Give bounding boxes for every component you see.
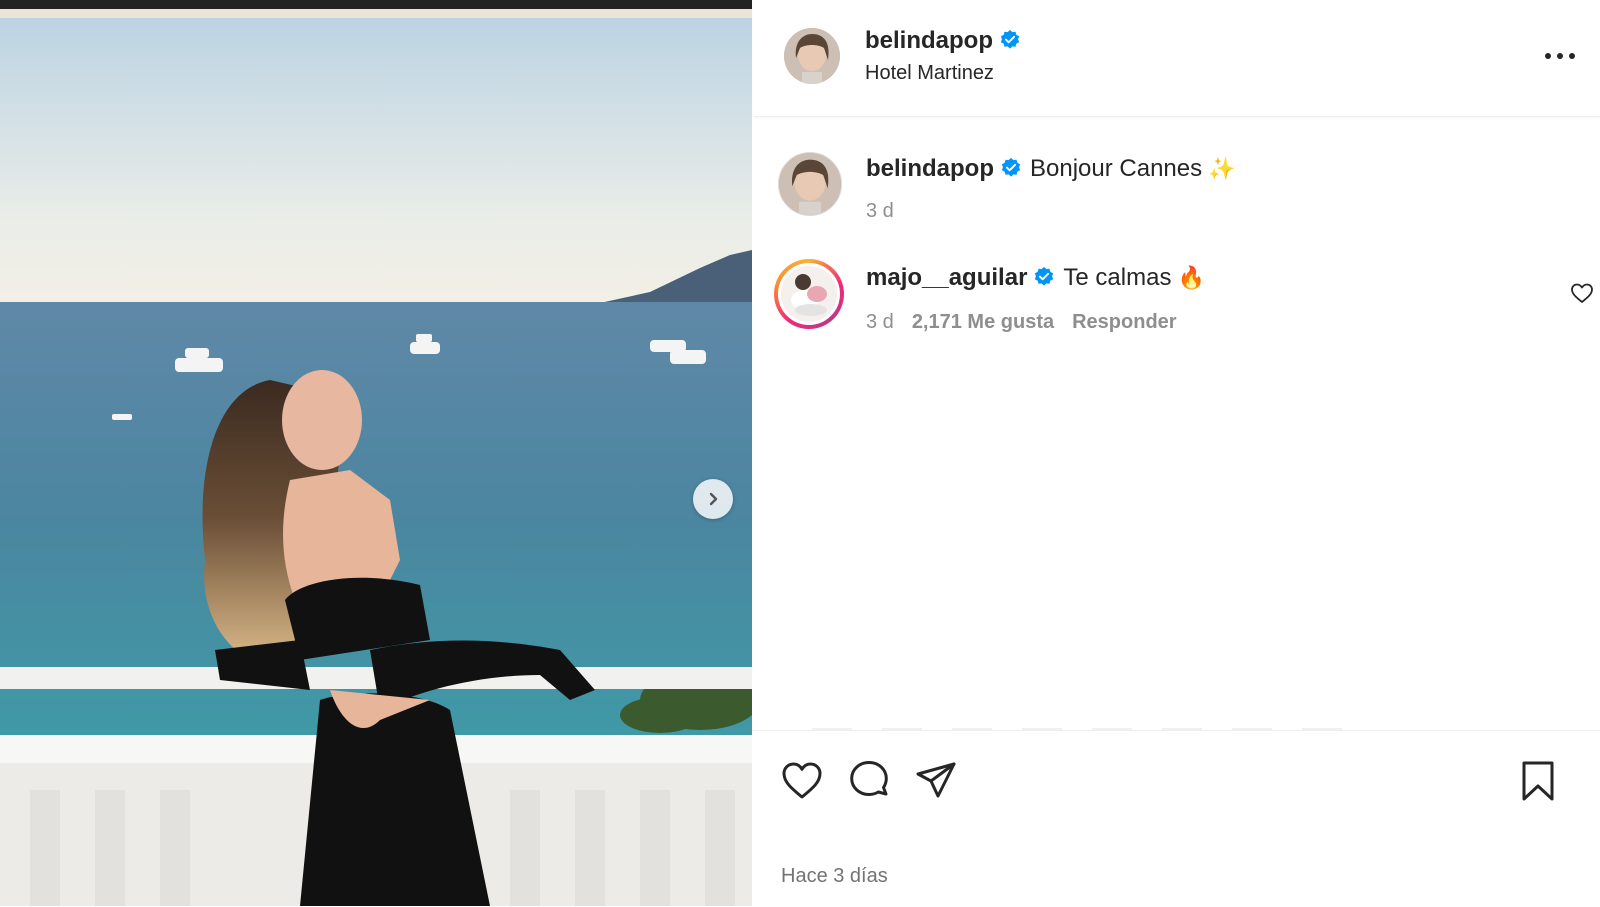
author-username[interactable]: belindapop bbox=[865, 27, 1021, 55]
post-media bbox=[0, 0, 752, 906]
avatar-photo bbox=[784, 28, 840, 84]
bookmark-icon[interactable] bbox=[1516, 759, 1560, 803]
comment-time[interactable]: 3 d bbox=[866, 311, 894, 333]
post-timestamp[interactable]: Hace 3 días bbox=[781, 865, 888, 888]
post-location[interactable]: Hotel Martinez bbox=[865, 62, 994, 85]
post-side-panel: belindapop Hotel Martinez belindapop Bon… bbox=[752, 0, 1600, 906]
comment-icon[interactable] bbox=[847, 759, 891, 803]
author-avatar[interactable] bbox=[784, 28, 840, 84]
action-bar: Hace 3 días bbox=[752, 730, 1600, 907]
sparkles-emoji: ✨ bbox=[1208, 156, 1236, 181]
heart-icon[interactable] bbox=[780, 759, 824, 803]
comment-username[interactable]: majo__aguilar bbox=[866, 264, 1027, 291]
send-icon[interactable] bbox=[914, 759, 958, 803]
verified-badge-icon bbox=[1001, 157, 1021, 177]
caption-time[interactable]: 3 d bbox=[866, 200, 894, 223]
verified-badge-icon bbox=[1000, 29, 1020, 49]
post-header: belindapop Hotel Martinez bbox=[754, 0, 1600, 117]
avatar-photo bbox=[781, 266, 837, 322]
caption-author-avatar[interactable] bbox=[778, 152, 842, 216]
avatar-photo bbox=[779, 153, 841, 215]
comment-line: majo__aguilar Te calmas 🔥 bbox=[866, 264, 1205, 292]
next-photo-button[interactable] bbox=[693, 479, 733, 519]
window-frame bbox=[0, 0, 752, 18]
fire-emoji: 🔥 bbox=[1177, 265, 1205, 290]
story-ring[interactable] bbox=[774, 259, 844, 329]
comment-likes[interactable]: 2,171 Me gusta bbox=[912, 311, 1054, 333]
caption-username[interactable]: belindapop bbox=[866, 155, 994, 182]
comment-text: Te calmas bbox=[1063, 264, 1172, 291]
caption-text: Bonjour Cannes bbox=[1030, 155, 1203, 182]
verified-badge-icon bbox=[1035, 266, 1054, 286]
more-options-icon[interactable] bbox=[1542, 50, 1578, 62]
post-photo bbox=[0, 18, 752, 906]
author-username-text[interactable]: belindapop bbox=[865, 27, 993, 54]
comment-meta: 3 d 2,171 Me gusta Responder bbox=[866, 311, 1177, 334]
commenter-avatar[interactable] bbox=[778, 263, 840, 325]
heart-icon[interactable] bbox=[1570, 282, 1594, 304]
caption-line: belindapop Bonjour Cannes ✨ bbox=[866, 155, 1236, 183]
reply-button[interactable]: Responder bbox=[1072, 311, 1176, 333]
chevron-right-icon bbox=[709, 492, 718, 506]
